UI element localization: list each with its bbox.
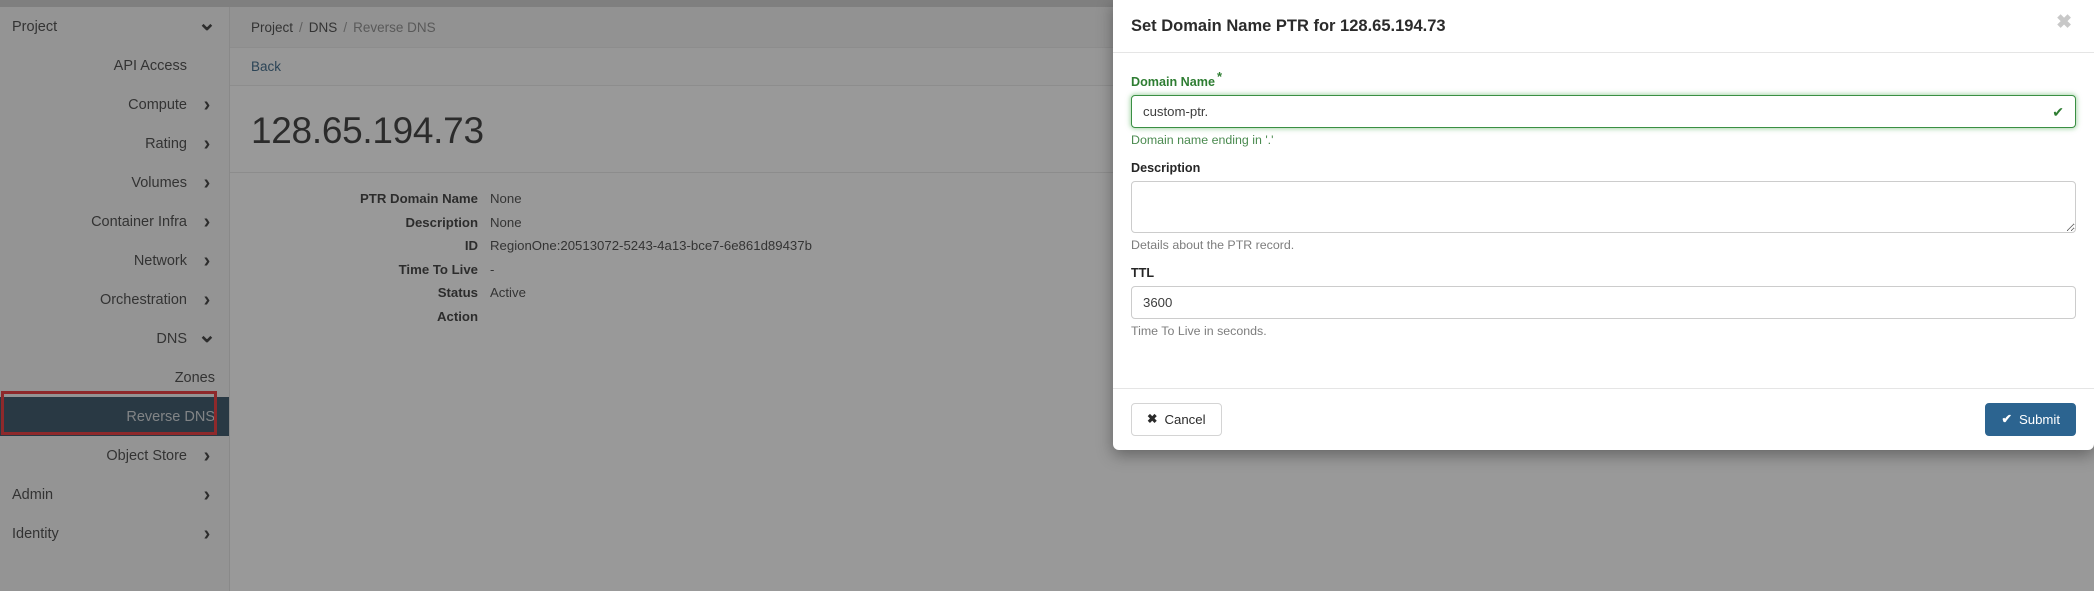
check-icon: ✔ [2001,412,2012,427]
domain-name-label-text: Domain Name [1131,75,1215,90]
cancel-button[interactable]: ✖ Cancel [1131,403,1222,436]
modal-footer: ✖ Cancel ✔ Submit [1113,388,2094,450]
close-icon[interactable]: ✖ [2056,13,2072,32]
field-domain-name: Domain Name* ✔ Domain name ending in '.' [1131,69,2076,147]
ttl-help-text: Time To Live in seconds. [1131,324,1267,339]
ttl-input[interactable] [1131,286,2076,320]
set-ptr-modal: Set Domain Name PTR for 128.65.194.73 ✖ … [1113,0,2094,450]
modal-body: Domain Name* ✔ Domain name ending in '.'… [1113,53,2094,388]
submit-button-label: Submit [2018,411,2060,427]
description-help-text: Details about the PTR record. [1131,238,1295,253]
app-root: Project⌄API AccessCompute›Rating›Volumes… [0,0,2094,591]
domain-name-help-text: Domain name ending in '.' [1131,133,1274,148]
close-x-icon: ✖ [1147,412,1158,427]
domain-name-label: Domain Name * [1131,69,2076,89]
domain-name-input-wrap: ✔ [1131,95,2076,129]
description-label: Description [1131,161,1201,176]
description-textarea[interactable] [1131,181,2076,234]
domain-name-input[interactable] [1131,95,2076,129]
ttl-label: TTL [1131,266,1155,281]
field-description: Description Details about the PTR record… [1131,161,2076,252]
modal-header: Set Domain Name PTR for 128.65.194.73 ✖ [1113,0,2094,53]
submit-button[interactable]: ✔ Submit [1985,403,2076,436]
cancel-button-label: Cancel [1164,411,1206,427]
required-marker-icon: * [1216,69,1223,84]
modal-title: Set Domain Name PTR for 128.65.194.73 [1131,16,1446,35]
check-icon: ✔ [2052,103,2064,120]
field-ttl: TTL Time To Live in seconds. [1131,266,2076,338]
